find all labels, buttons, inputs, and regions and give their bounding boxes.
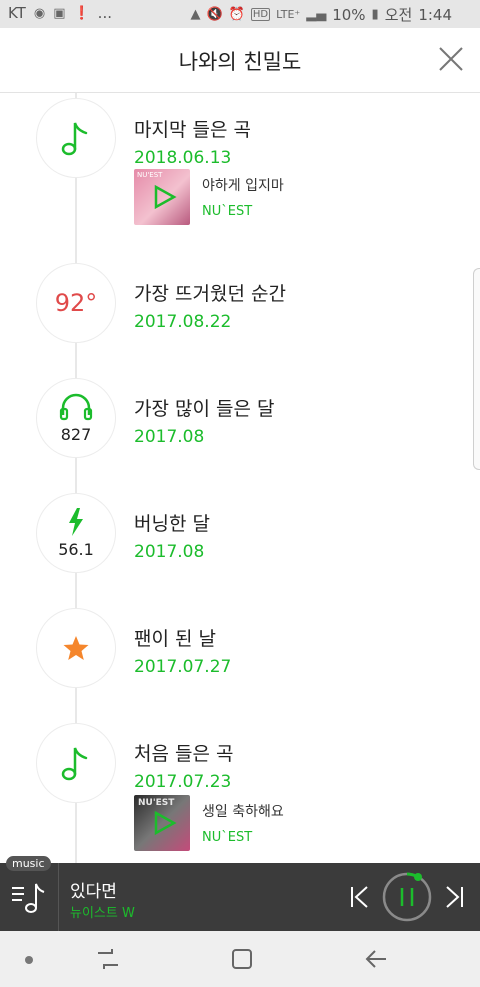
timeline-date: 2017.08: [134, 542, 205, 562]
system-nav-bar: [0, 931, 480, 987]
recents-icon: [98, 949, 118, 969]
recents-button[interactable]: [96, 947, 120, 975]
playlist-icon: [12, 883, 45, 913]
alert-icon: ❗: [73, 5, 90, 21]
timeline-icon-circle: 56.1: [36, 493, 116, 573]
hd-icon: HD: [250, 8, 271, 21]
music-badge: music: [6, 856, 51, 871]
status-bar: KT ◉ ▣ ❗ ... ▲ 🔇 ⏰ HD LTE⁺ ▂▄ 10% ▮ 오전 1…: [0, 0, 480, 28]
app-header: 나와의 친밀도: [0, 28, 480, 93]
timeline-label: 가장 많이 들은 달: [134, 398, 275, 420]
home-icon: [232, 949, 252, 969]
timeline-icon-circle: [36, 98, 116, 178]
pause-button[interactable]: [382, 872, 432, 926]
next-icon: [446, 886, 463, 908]
timeline-date: 2017.07.27: [134, 657, 232, 677]
signal-icon: ▂▄: [306, 7, 327, 22]
previous-button[interactable]: [350, 886, 370, 912]
song-card[interactable]: NU'EST 생일 축하해요 NU`EST: [134, 795, 284, 851]
battery-icon: ▮: [371, 7, 379, 22]
page-title: 나와의 친밀도: [178, 50, 302, 74]
affinity-timeline[interactable]: 마지막 들은 곡 2018.06.13 NU'EST 야하게 입지마 NU`ES…: [0, 93, 480, 863]
now-playing-title[interactable]: 있다면: [70, 877, 117, 902]
mute-icon: 🔇: [206, 7, 223, 22]
close-button[interactable]: [436, 44, 466, 74]
song-title: 생일 축하해요: [202, 804, 284, 820]
notification-icon: ◉: [33, 5, 46, 21]
mini-player: music 있다면 뉴이스트 W: [0, 856, 480, 931]
timeline-date: 2017.08: [134, 427, 205, 447]
music-note-icon: [61, 122, 88, 156]
lightning-icon: [69, 507, 83, 536]
play-icon: [154, 810, 177, 836]
temperature-icon: 92°: [54, 289, 98, 317]
listen-count: 827: [60, 424, 92, 444]
timeline-icon-circle: [36, 723, 116, 803]
timeline-icon-circle: 92°: [36, 263, 116, 343]
timeline-icon-circle: 827: [36, 378, 116, 458]
side-panel-handle[interactable]: [473, 268, 480, 470]
burning-score: 56.1: [58, 539, 94, 559]
song-artist: NU`EST: [202, 204, 253, 219]
battery-saver-icon: ▲: [190, 7, 201, 22]
lte-label: LTE⁺: [276, 8, 301, 21]
timeline-icon-circle: [36, 608, 116, 688]
timeline-date: 2017.08.22: [134, 312, 232, 332]
play-icon: [154, 184, 177, 210]
timeline-label: 가장 뜨거웠던 순간: [134, 283, 286, 305]
album-art[interactable]: NU'EST: [134, 169, 190, 225]
nav-dot-icon[interactable]: [25, 956, 33, 964]
now-playing-artist[interactable]: 뉴이스트 W: [70, 902, 135, 921]
pause-icon: [382, 872, 432, 922]
carrier-label: KT: [8, 4, 26, 22]
song-card[interactable]: NU'EST 야하게 입지마 NU`EST: [134, 169, 284, 225]
timeline-label: 팬이 된 날: [134, 628, 216, 650]
previous-icon: [351, 886, 368, 908]
song-artist: NU`EST: [202, 830, 253, 845]
album-art[interactable]: NU'EST: [134, 795, 190, 851]
clock: 1:44: [418, 5, 452, 24]
timeline-date: 2017.07.23: [134, 772, 232, 792]
star-icon: [63, 636, 89, 660]
song-title: 야하게 입지마: [202, 178, 284, 194]
timeline-label: 처음 들은 곡: [134, 743, 234, 765]
image-icon: ▣: [53, 5, 66, 21]
back-button[interactable]: [364, 947, 388, 975]
timeline-label: 마지막 들은 곡: [134, 119, 251, 141]
next-button[interactable]: [444, 886, 464, 912]
ampm-label: 오전: [384, 6, 413, 24]
timeline-date: 2018.06.13: [134, 148, 232, 168]
home-button[interactable]: [230, 947, 254, 975]
more-notifications: ...: [97, 4, 112, 22]
headphones-icon: [59, 393, 93, 420]
music-note-icon: [61, 747, 88, 781]
close-icon: [439, 47, 463, 71]
battery-percent: 10%: [332, 5, 366, 24]
playlist-button[interactable]: music: [0, 856, 59, 931]
back-arrow-icon: [365, 950, 386, 968]
timeline-label: 버닝한 달: [134, 513, 210, 535]
alarm-icon: ⏰: [228, 7, 245, 22]
